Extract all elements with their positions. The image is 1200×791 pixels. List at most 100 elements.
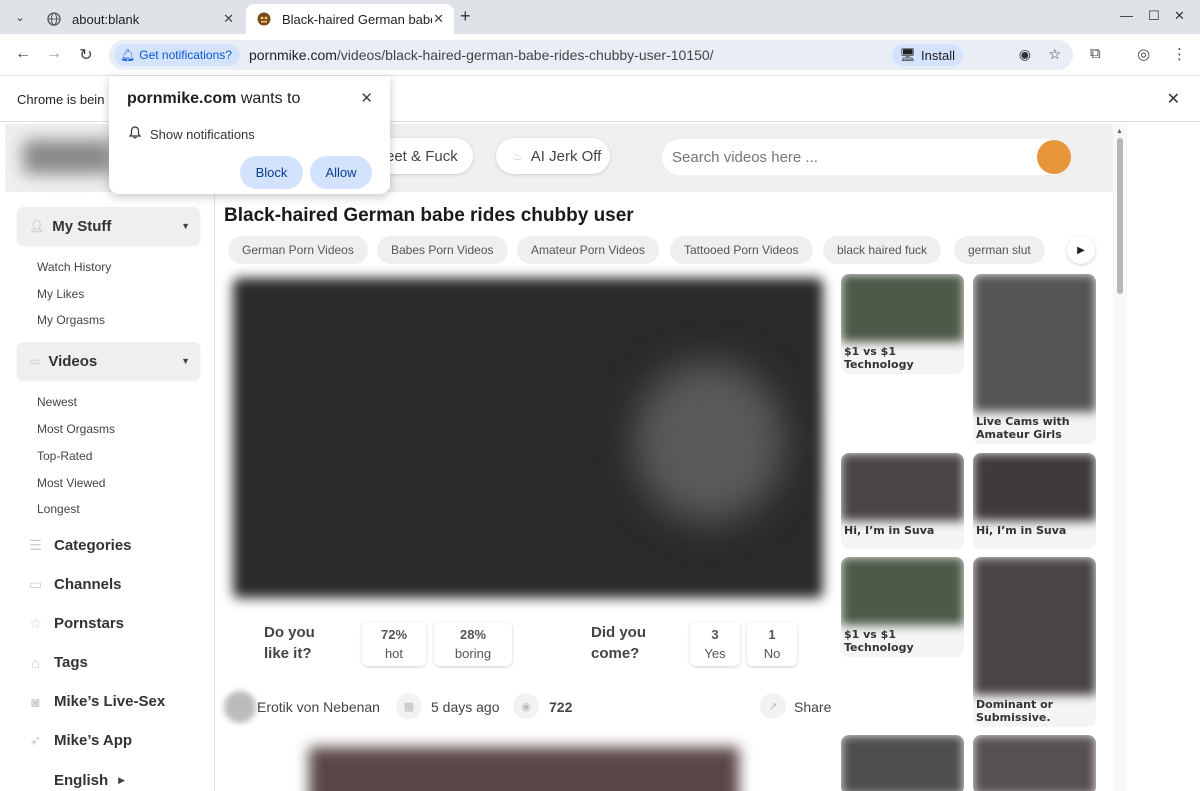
boring-button[interactable]: 28% boring bbox=[434, 622, 512, 666]
ai-jerk-off-link[interactable]: ♨ AI Jerk Off bbox=[496, 138, 610, 174]
scroll-up-arrow-icon[interactable]: ▲ bbox=[1116, 128, 1123, 135]
back-arrow-icon[interactable]: ← bbox=[13, 45, 33, 63]
install-app-button[interactable]: 🖥︎ Install bbox=[891, 44, 963, 66]
new-tab-plus-icon[interactable]: + bbox=[460, 6, 471, 27]
sidebar-item-tags[interactable]: ⌂ Tags bbox=[27, 654, 88, 671]
prompt-heading: pornmike.com wants to bbox=[127, 90, 300, 108]
like-question-line2: like it? bbox=[264, 645, 312, 662]
tab-video-page[interactable]: Black-haired German babe rides chubby us… bbox=[246, 4, 454, 34]
ad-thumbnail bbox=[973, 453, 1096, 521]
ad-thumbnail bbox=[841, 557, 964, 625]
search-button[interactable] bbox=[1037, 140, 1071, 174]
language-selector[interactable]: English ▶ bbox=[27, 772, 125, 789]
url-path: /videos/black-haired-german-babe-rides-c… bbox=[336, 47, 714, 63]
sidebar-item-my-likes[interactable]: My Likes bbox=[37, 287, 84, 301]
sidebar-item-live-sex[interactable]: ◙ Mike’s Live-Sex bbox=[27, 693, 165, 710]
chrome-menu-icon[interactable]: ⋮ bbox=[1172, 45, 1187, 63]
hot-percent: 72% bbox=[380, 627, 408, 642]
ad-thumbnail bbox=[973, 735, 1096, 791]
sidebar-item-top-rated[interactable]: Top-Rated bbox=[37, 449, 92, 463]
tag-chip[interactable]: german slut bbox=[954, 236, 1045, 264]
eye-off-icon[interactable]: ◉ bbox=[1019, 46, 1031, 63]
sidebar-item-channels[interactable]: ▭ Channels bbox=[27, 576, 122, 593]
ad-tile[interactable]: Hi, I’m in Suva bbox=[973, 453, 1096, 549]
url-text[interactable]: pornmike.com/videos/black-haired-german-… bbox=[249, 47, 714, 63]
tag-chip[interactable]: German Porn Videos bbox=[228, 236, 368, 264]
ad-tile[interactable]: Hi, I’m in Suva bbox=[841, 453, 964, 549]
infobar-text: Chrome is bein bbox=[17, 92, 105, 107]
reload-icon[interactable]: ↻ bbox=[76, 45, 96, 65]
ad-caption: Hi, I’m in Suva bbox=[844, 524, 935, 537]
sidebar-item-my-orgasms[interactable]: My Orgasms bbox=[37, 313, 105, 327]
sidebar-item-newest[interactable]: Newest bbox=[37, 395, 77, 409]
block-button[interactable]: Block bbox=[240, 156, 303, 189]
search-input[interactable] bbox=[662, 139, 1070, 175]
sidebar-item-app[interactable]: ➶ Mike’s App bbox=[27, 732, 132, 749]
uploader-avatar[interactable] bbox=[224, 691, 256, 723]
prompt-close-icon[interactable]: ✕ bbox=[360, 89, 373, 107]
tag-chip[interactable]: Tattooed Porn Videos bbox=[670, 236, 813, 264]
extensions-puzzle-icon[interactable]: ⧉ bbox=[1090, 45, 1101, 62]
like-question: Do you like it? bbox=[264, 622, 315, 664]
install-monitor-icon: 🖥︎ bbox=[899, 47, 917, 62]
rocket-icon: ➶ bbox=[29, 732, 42, 748]
ad-caption: $1 vs $1 Technology bbox=[844, 628, 914, 654]
site-logo[interactable] bbox=[23, 140, 113, 174]
uploader-name[interactable]: Erotik von Nebenan bbox=[257, 699, 380, 715]
forward-arrow-icon[interactable]: → bbox=[44, 45, 64, 63]
nav-label: Pornstars bbox=[54, 615, 125, 632]
ad-caption: $1 vs $1 Technology bbox=[844, 345, 914, 371]
scrollbar-thumb[interactable] bbox=[1117, 138, 1123, 294]
ad-tile[interactable]: Live Cams with Amateur Girls bbox=[973, 274, 1096, 444]
videos-toggle[interactable]: ▭ Videos ▼ bbox=[17, 342, 200, 380]
sidebar-item-longest[interactable]: Longest bbox=[37, 502, 80, 516]
ad-tile[interactable]: Dominant or Submissive. bbox=[973, 557, 1096, 727]
sidebar-item-pornstars[interactable]: ☆ Pornstars bbox=[27, 615, 124, 632]
page-scrollbar[interactable]: ▲ bbox=[1113, 124, 1127, 791]
ad-thumbnail bbox=[841, 453, 964, 521]
prompt-site: pornmike.com bbox=[127, 90, 237, 107]
main-content: Black-haired German babe rides chubby us… bbox=[224, 192, 1096, 791]
infobar-close-icon[interactable]: ✕ bbox=[1167, 89, 1180, 109]
permission-label: Show notifications bbox=[150, 126, 255, 142]
video-camera-icon: ▭ bbox=[29, 354, 41, 368]
close-tab-icon[interactable]: ✕ bbox=[433, 11, 444, 27]
come-question-line1: Did you bbox=[591, 624, 646, 641]
notif-chip-label: Get notifications? bbox=[139, 48, 232, 62]
notification-permission-chip[interactable]: 🔔︎ Get notifications? bbox=[114, 44, 240, 66]
ad-tile[interactable]: $1 vs $1 Technology bbox=[841, 557, 964, 657]
eye-icon: ◉ bbox=[513, 693, 539, 719]
yes-button[interactable]: 3 Yes bbox=[690, 622, 740, 666]
ad-tile[interactable]: $1 vs $1 Technology bbox=[841, 274, 964, 374]
sidebar-item-most-orgasms[interactable]: Most Orgasms bbox=[37, 422, 115, 436]
minimize-icon[interactable]: — bbox=[1120, 8, 1133, 23]
allow-button[interactable]: Allow bbox=[310, 156, 372, 189]
tag-chip[interactable]: black haired fuck bbox=[823, 236, 942, 264]
tag-chip[interactable]: Babes Porn Videos bbox=[377, 236, 508, 264]
hot-button[interactable]: 72% hot bbox=[362, 622, 426, 666]
window-close-icon[interactable]: ✕ bbox=[1174, 8, 1185, 24]
bookmark-star-icon[interactable]: ☆ bbox=[1048, 46, 1061, 63]
share-button[interactable]: Share bbox=[794, 699, 831, 715]
tab-about-blank[interactable]: about:blank ✕ bbox=[36, 4, 244, 34]
ad-tile[interactable] bbox=[841, 735, 964, 791]
sidebar-item-categories[interactable]: ☰ Categories bbox=[27, 537, 131, 554]
my-stuff-toggle[interactable]: 👤︎ My Stuff ▼ bbox=[17, 207, 200, 245]
sidebar-item-most-viewed[interactable]: Most Viewed bbox=[37, 476, 105, 490]
no-button[interactable]: 1 No bbox=[747, 622, 797, 666]
sidebar-item-watch-history[interactable]: Watch History bbox=[37, 260, 111, 274]
tag-chip[interactable]: Amateur Porn Videos bbox=[517, 236, 659, 264]
ad-tile[interactable] bbox=[973, 735, 1096, 791]
maximize-icon[interactable]: ☐ bbox=[1148, 8, 1160, 24]
related-video-thumbnail[interactable] bbox=[309, 747, 739, 791]
address-bar[interactable]: 🔔︎ Get notifications? pornmike.com/video… bbox=[109, 40, 1073, 70]
boring-label: boring bbox=[454, 646, 492, 661]
tab-search-chevron-icon[interactable]: ⌄ bbox=[9, 6, 31, 28]
close-tab-icon[interactable]: ✕ bbox=[223, 11, 234, 27]
ad-thumbnail bbox=[841, 735, 964, 791]
come-question-line2: come? bbox=[591, 645, 640, 662]
profile-avatar-icon[interactable]: ◎ bbox=[1137, 45, 1150, 63]
hot-label: hot bbox=[384, 646, 404, 661]
tags-next-arrow-icon[interactable]: ▶ bbox=[1067, 236, 1095, 264]
webcam-icon: ◙ bbox=[31, 693, 40, 710]
